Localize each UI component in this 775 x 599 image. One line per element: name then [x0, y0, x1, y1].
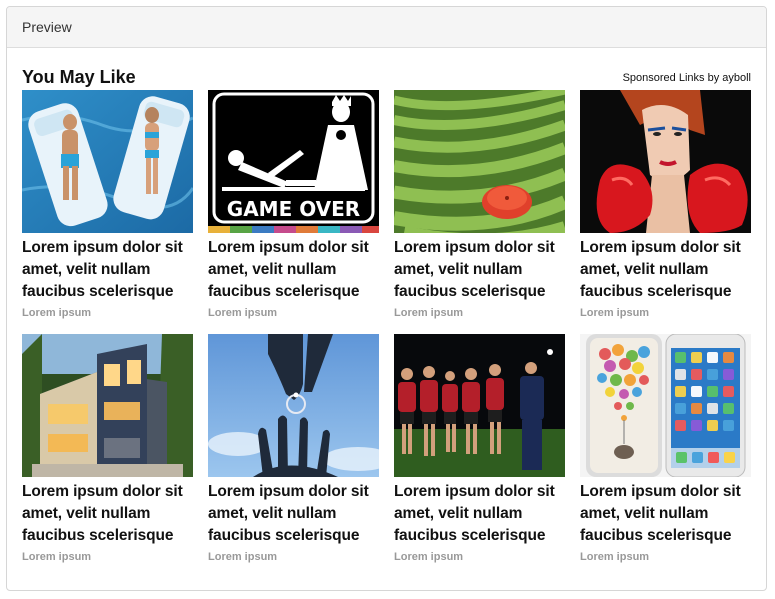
widget-header: You May Like Sponsored Links by ayboll [22, 62, 751, 88]
pool-floats-couple-image[interactable] [22, 90, 193, 233]
card-source: Lorem ipsum [208, 551, 278, 563]
panel-body: You May Like Sponsored Links by ayboll L… [7, 48, 766, 563]
recommendation-card[interactable]: Lorem ipsum dolor sit amet, velit nullam… [394, 90, 565, 319]
card-source: Lorem ipsum [580, 551, 650, 563]
rugby-team-image[interactable] [394, 334, 565, 477]
recommendation-card[interactable]: Lorem ipsum dolor sit amet, velit nullam… [580, 90, 751, 319]
recommendation-card[interactable]: GAME OVER Lorem ipsum dolor sit amet, ve… [208, 90, 379, 319]
game-over-text: GAME OVER [227, 197, 360, 221]
tea-field-umbrella-image[interactable] [394, 90, 565, 233]
panel-title: Preview [22, 19, 72, 35]
recommendation-grid: Lorem ipsum dolor sit amet, velit nullam… [22, 90, 751, 563]
card-source: Lorem ipsum [394, 307, 464, 319]
card-title[interactable]: Lorem ipsum dolor sit amet, velit nullam… [208, 481, 379, 547]
widget-title: You May Like [22, 67, 136, 87]
recommendation-card[interactable]: Lorem ipsum dolor sit amet, velit nullam… [208, 334, 379, 563]
card-title[interactable]: Lorem ipsum dolor sit amet, velit nullam… [580, 237, 751, 303]
card-source: Lorem ipsum [394, 551, 464, 563]
boxing-gloves-woman-image[interactable] [580, 90, 751, 233]
recommendation-card[interactable]: Lorem ipsum dolor sit amet, velit nullam… [394, 334, 565, 563]
recommendation-card[interactable]: Lorem ipsum dolor sit amet, velit nullam… [22, 90, 193, 319]
game-over-wedding-image[interactable]: GAME OVER [208, 90, 379, 233]
recommendation-card[interactable]: Lorem ipsum dolor sit amet, velit nullam… [580, 334, 751, 563]
card-source: Lorem ipsum [22, 307, 92, 319]
ring-in-sky-image[interactable] [208, 334, 379, 477]
card-title[interactable]: Lorem ipsum dolor sit amet, velit nullam… [394, 481, 565, 547]
card-title[interactable]: Lorem ipsum dolor sit amet, velit nullam… [394, 237, 565, 303]
card-source: Lorem ipsum [580, 307, 650, 319]
card-title[interactable]: Lorem ipsum dolor sit amet, velit nullam… [580, 481, 751, 547]
card-title[interactable]: Lorem ipsum dolor sit amet, velit nullam… [208, 237, 379, 303]
card-source: Lorem ipsum [208, 307, 278, 319]
panel-header: Preview [7, 7, 766, 48]
recommendation-card[interactable]: Lorem ipsum dolor sit amet, velit nullam… [22, 334, 193, 563]
card-title[interactable]: Lorem ipsum dolor sit amet, velit nullam… [22, 481, 193, 547]
sponsored-links[interactable]: Sponsored Links by ayboll [623, 72, 751, 84]
preview-panel: Preview You May Like Sponsored Links by … [6, 6, 767, 591]
iphones-image[interactable] [580, 334, 751, 477]
card-title[interactable]: Lorem ipsum dolor sit amet, velit nullam… [22, 237, 193, 303]
card-source: Lorem ipsum [22, 551, 92, 563]
modern-house-image[interactable] [22, 334, 193, 477]
